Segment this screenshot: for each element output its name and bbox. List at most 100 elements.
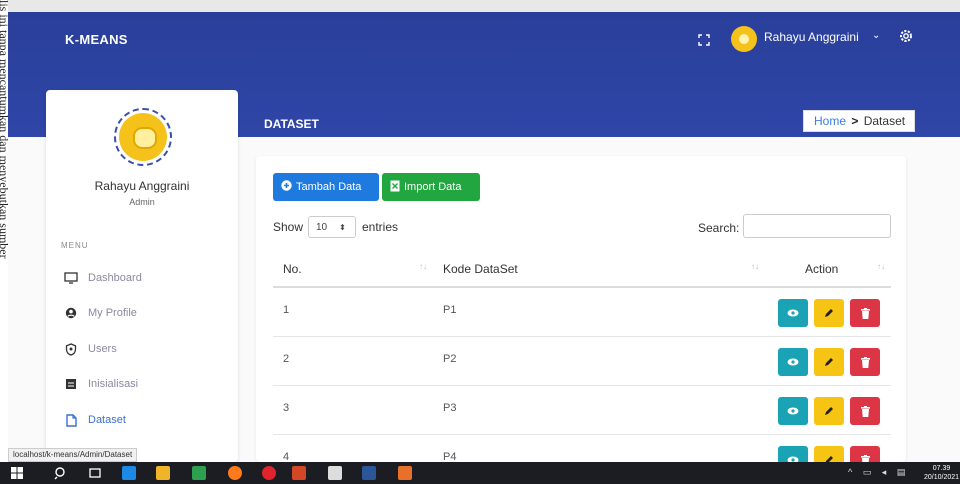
pencil-icon (825, 309, 833, 317)
show-label: Show (273, 220, 304, 234)
column-header-action[interactable]: Action (805, 248, 838, 286)
add-data-button[interactable]: Tambah Data (273, 173, 379, 201)
edit-button[interactable] (814, 348, 844, 376)
sidebar-user-role: Admin (129, 197, 155, 207)
sidebar-item-inisialisasi[interactable]: Inisialisasi (64, 374, 234, 394)
brand-logo[interactable]: K-MEANS (65, 32, 128, 47)
document-text: lis ini tanpa mencantumkan dan menyebutk… (0, 0, 8, 259)
sort-icon[interactable]: ↑↓ (419, 262, 427, 271)
sidebar-item-users[interactable]: Users (64, 339, 234, 359)
top-margin (8, 0, 960, 12)
edge-icon[interactable] (122, 466, 136, 480)
delete-button[interactable] (850, 348, 880, 376)
breadcrumb-separator: > (851, 114, 859, 128)
excel-file-icon (390, 180, 400, 195)
taskbar-clock[interactable]: 07.39 20/10/2021 (924, 464, 959, 482)
select-arrows-icon: ⬍ (339, 222, 346, 232)
search-label: Search: (698, 221, 740, 235)
breadcrumb-home-link[interactable]: Home (814, 114, 846, 128)
grid-icon (64, 377, 78, 391)
opera-icon[interactable] (262, 466, 276, 480)
status-bar-url: localhost/k-means/Admin/Dataset (8, 448, 138, 462)
excel-icon[interactable] (192, 466, 206, 480)
view-button[interactable] (778, 299, 808, 327)
avatar (119, 113, 167, 161)
sidebar-user-name: Rahayu Anggraini (94, 179, 190, 193)
header-user-name[interactable]: Rahayu Anggraini (764, 30, 859, 44)
search-icon[interactable] (54, 466, 68, 480)
add-data-label: Tambah Data (296, 181, 362, 193)
entries-label: entries (362, 220, 399, 234)
view-button[interactable] (778, 397, 808, 425)
trash-icon (860, 356, 870, 368)
import-data-button[interactable]: Import Data (382, 173, 480, 201)
sidebar-item-label: Dataset (88, 414, 126, 426)
sidebar-item-label: Dashboard (88, 272, 142, 284)
table-row: 1 P1 (273, 288, 891, 337)
chevron-down-icon[interactable]: ⌄ (872, 30, 880, 41)
screen: lis ini tanpa mencantumkan dan menyebutk… (0, 0, 960, 484)
sidebar: Rahayu Anggraini Admin MENU Dashboard My… (46, 90, 238, 462)
delete-button[interactable] (850, 397, 880, 425)
pencil-icon (825, 358, 833, 366)
row-kode: P3 (443, 402, 457, 414)
search-input[interactable] (743, 214, 891, 238)
system-tray[interactable]: ^ ▭ ◂ ▤ (848, 467, 909, 478)
breadcrumb: Home > Dataset (803, 110, 915, 132)
windows-start-icon[interactable] (10, 466, 24, 480)
task-view-icon[interactable] (88, 466, 102, 480)
background-document: lis ini tanpa mencantumkan dan menyebutk… (0, 0, 8, 462)
menu-heading: MENU (61, 241, 89, 250)
fullscreen-icon[interactable] (698, 34, 710, 46)
eye-icon (787, 309, 799, 317)
xampp-icon[interactable] (398, 466, 412, 480)
entries-select[interactable]: 10 ⬍ (308, 216, 356, 238)
eye-icon (787, 407, 799, 415)
delete-button[interactable] (850, 299, 880, 327)
view-button[interactable] (778, 348, 808, 376)
dataset-card: Tambah Data Import Data Show 10 ⬍ entrie… (256, 156, 906, 474)
clock-date: 20/10/2021 (924, 474, 960, 481)
row-kode: P1 (443, 304, 457, 316)
breadcrumb-current: Dataset (863, 114, 906, 128)
trash-icon (860, 405, 870, 417)
import-data-label: Import Data (404, 181, 462, 193)
profile-icon (64, 306, 78, 320)
firefox-icon[interactable] (228, 466, 242, 480)
sidebar-item-dashboard[interactable]: Dashboard (64, 268, 234, 288)
sidebar-item-label: Inisialisasi (88, 378, 139, 390)
file-explorer-icon[interactable] (156, 466, 170, 480)
store-icon[interactable] (328, 466, 342, 480)
row-number: 2 (283, 353, 290, 365)
row-number: 1 (283, 304, 290, 316)
powerpoint-icon[interactable] (292, 466, 306, 480)
sort-icon[interactable]: ↑↓ (877, 262, 885, 271)
eye-icon (787, 358, 799, 366)
sidebar-item-label: My Profile (88, 307, 137, 319)
column-header-no[interactable]: No. (283, 248, 302, 286)
row-number: 3 (283, 402, 290, 414)
sort-icon[interactable]: ↑↓ (751, 262, 759, 271)
entries-value: 10 (316, 221, 328, 233)
sidebar-item-dataset[interactable]: Dataset (64, 410, 234, 430)
monitor-icon (64, 271, 78, 285)
sidebar-item-my-profile[interactable]: My Profile (64, 303, 234, 323)
clock-time: 07.39 (932, 465, 951, 472)
sidebar-item-label: Users (88, 343, 117, 355)
header-avatar[interactable] (731, 26, 757, 52)
page-title: DATASET (264, 117, 319, 131)
table-row: 3 P3 (273, 386, 891, 435)
word-icon[interactable] (362, 466, 376, 480)
table-row: 2 P2 (273, 337, 891, 386)
plus-circle-icon (281, 180, 292, 194)
gear-icon[interactable] (898, 28, 914, 44)
edit-button[interactable] (814, 299, 844, 327)
edit-button[interactable] (814, 397, 844, 425)
file-icon (64, 413, 78, 427)
taskbar: ^ ▭ ◂ ▤ 07.39 20/10/2021 (0, 462, 960, 484)
trash-icon (860, 307, 870, 319)
shield-icon (64, 342, 78, 356)
pencil-icon (825, 407, 833, 415)
row-kode: P2 (443, 353, 457, 365)
column-header-kode[interactable]: Kode DataSet (443, 248, 518, 286)
